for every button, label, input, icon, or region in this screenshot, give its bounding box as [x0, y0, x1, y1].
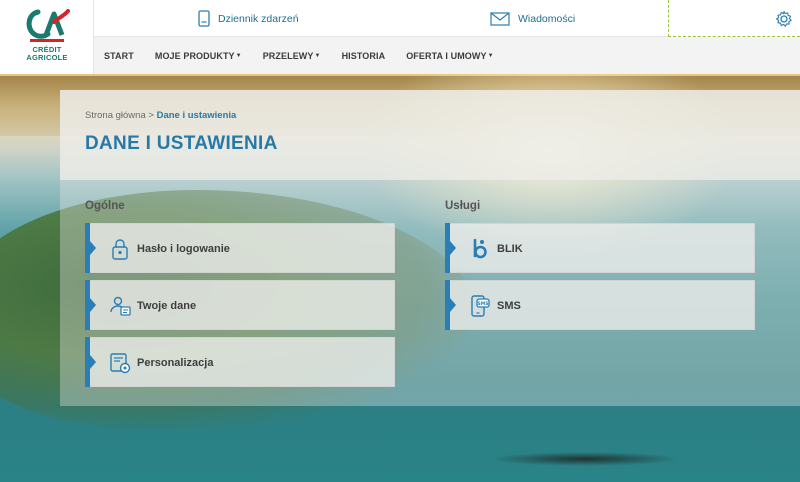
events-log-link[interactable]: Dziennik zdarzeń — [198, 0, 299, 37]
caret-down-icon: ▼ — [487, 52, 494, 59]
card-blik[interactable]: BLIK — [445, 223, 755, 273]
settings-panel: Strona główna > Dane i ustawienia DANE I… — [60, 90, 800, 406]
credit-agricole-logo[interactable]: CRÉDIT AGRICOLE — [0, 0, 94, 74]
card-your-data[interactable]: Twoje dane — [85, 280, 395, 330]
nav-item-transfers[interactable]: PRZELEWY▼ — [263, 51, 321, 61]
brand-name-line2: AGRICOLE — [26, 53, 68, 62]
card-personalization[interactable]: Personalizacja — [85, 337, 395, 387]
card-label: SMS — [497, 300, 521, 312]
messages-link[interactable]: Wiadomości — [490, 0, 575, 37]
envelope-icon — [490, 11, 510, 26]
personalization-icon — [110, 353, 131, 374]
user-card-icon — [110, 296, 131, 316]
section-title-services: Usługi — [445, 200, 481, 212]
top-utility-bar: Dziennik zdarzeń Wiadomości — [94, 0, 800, 37]
messages-label: Wiadomości — [518, 12, 576, 25]
caret-down-icon: ▼ — [314, 52, 321, 59]
card-label: Personalizacja — [137, 357, 214, 369]
ca-logo-mark-icon — [26, 9, 70, 42]
gear-icon — [775, 10, 792, 27]
page-title: DANE I USTAWIENIA — [85, 133, 278, 154]
caret-down-icon: ▼ — [235, 52, 242, 59]
site-header: CRÉDIT AGRICOLE Dziennik zdarzeń Wiadomo… — [0, 0, 800, 74]
settings-button[interactable] — [668, 0, 800, 37]
sms-phone-icon: SMS — [471, 295, 490, 317]
card-sms[interactable]: SMS SMS — [445, 280, 755, 330]
card-label: Hasło i logowanie — [137, 243, 230, 255]
nav-item-history[interactable]: HISTORIA — [342, 51, 386, 61]
card-password-login[interactable]: Hasło i logowanie — [85, 223, 395, 273]
svg-text:SMS: SMS — [478, 301, 489, 307]
card-label: BLIK — [497, 243, 523, 255]
breadcrumb-current: Dane i ustawienia — [156, 110, 237, 121]
breadcrumb-separator: > — [148, 110, 154, 121]
breadcrumb-home-link[interactable]: Strona główna — [85, 110, 146, 121]
nav-item-start[interactable]: START — [104, 51, 134, 61]
nav-item-offer-contracts[interactable]: OFERTA I UMOWY▼ — [406, 51, 493, 61]
lock-icon — [112, 239, 128, 260]
section-title-general: Ogólne — [85, 200, 125, 212]
card-label: Twoje dane — [137, 300, 197, 312]
events-log-label: Dziennik zdarzeń — [218, 12, 299, 25]
breadcrumb: Strona główna > Dane i ustawienia — [85, 110, 236, 121]
document-icon — [198, 10, 210, 27]
blik-icon — [473, 238, 487, 259]
nav-item-my-products[interactable]: MOJE PRODUKTY▼ — [155, 51, 242, 61]
main-navigation: START MOJE PRODUKTY▼ PRZELEWY▼ HISTORIA … — [94, 37, 800, 74]
